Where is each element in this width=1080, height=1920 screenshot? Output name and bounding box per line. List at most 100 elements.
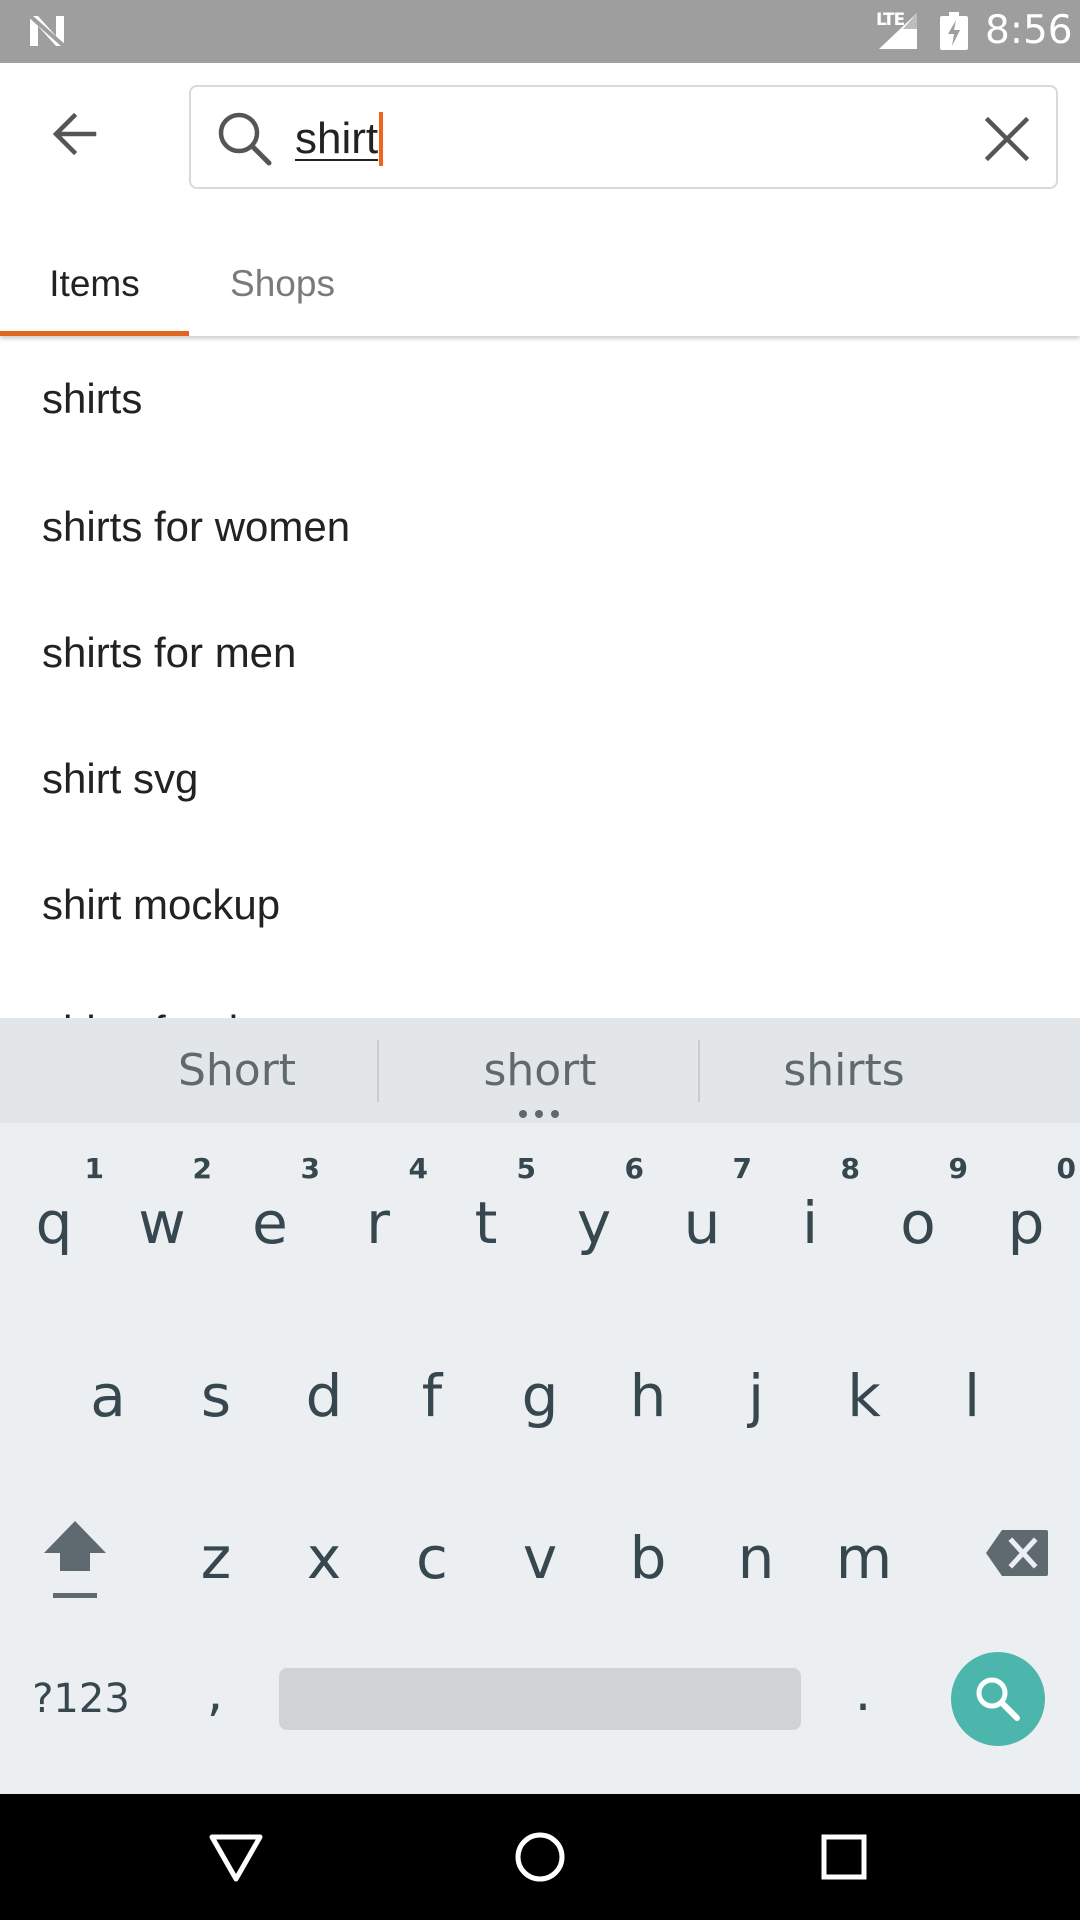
key-number-hint: 2 [192, 1152, 212, 1185]
delete-key[interactable] [962, 1503, 1072, 1603]
key-label: s [200, 1361, 232, 1430]
key-number-hint: 3 [300, 1152, 320, 1185]
backspace-icon [986, 1530, 1048, 1576]
key-label: r [366, 1189, 390, 1257]
selected-tab-indicator [0, 331, 189, 336]
keyboard-search-key[interactable] [951, 1652, 1045, 1746]
key-l[interactable]: l [918, 1313, 1026, 1478]
search-input[interactable]: shirt [295, 111, 384, 167]
key-i[interactable]: i8 [756, 1138, 864, 1308]
key-t[interactable]: t5 [432, 1138, 540, 1308]
battery-charging-icon [940, 12, 968, 50]
key-number-hint: 9 [948, 1152, 968, 1185]
key-u[interactable]: u7 [648, 1138, 756, 1308]
system-navigation-bar [0, 1794, 1080, 1920]
nav-recents-button[interactable] [806, 1819, 882, 1895]
key-number-hint: 1 [84, 1152, 104, 1185]
key-f[interactable]: f [378, 1313, 486, 1478]
triangle-back-icon [209, 1834, 263, 1882]
key-label: v [522, 1524, 558, 1592]
status-bar: LTE 8:56 [0, 0, 1080, 63]
key-number-hint: 8 [840, 1152, 860, 1185]
key-s[interactable]: s [162, 1313, 270, 1478]
shift-key[interactable] [30, 1483, 120, 1633]
suggestion-item[interactable]: shirts for men [0, 590, 1080, 716]
key-d[interactable]: d [270, 1313, 378, 1478]
key-number-hint: 6 [624, 1152, 644, 1185]
nav-home-button[interactable] [502, 1819, 578, 1895]
text-cursor [379, 112, 384, 166]
clear-search-button[interactable] [977, 109, 1037, 169]
key-n[interactable]: n [702, 1483, 810, 1633]
key-label: o [900, 1189, 936, 1257]
key-e[interactable]: e3 [216, 1138, 324, 1308]
key-label: l [963, 1361, 981, 1430]
more-suggestions-icon[interactable] [519, 1110, 559, 1118]
search-icon [976, 1677, 1020, 1721]
suggestion-item[interactable]: shirt mockup [0, 842, 1080, 968]
key-y[interactable]: y6 [540, 1138, 648, 1308]
circle-home-icon [515, 1832, 565, 1882]
arrow-back-icon [52, 112, 97, 156]
period-key[interactable]: . [826, 1648, 900, 1738]
key-r[interactable]: r4 [324, 1138, 432, 1308]
tab-shops[interactable]: Shops [189, 232, 376, 336]
key-c[interactable]: c [378, 1483, 486, 1633]
key-q[interactable]: q1 [0, 1138, 108, 1308]
key-p[interactable]: p0 [972, 1138, 1080, 1308]
nav-back-button[interactable] [198, 1819, 274, 1895]
key-label: c [416, 1524, 448, 1592]
back-button[interactable] [36, 96, 112, 172]
key-h[interactable]: h [594, 1313, 702, 1478]
key-label: d [305, 1361, 343, 1430]
key-w[interactable]: w2 [108, 1138, 216, 1308]
symbols-key[interactable]: ?123 [0, 1658, 162, 1740]
suggestion-item[interactable]: shirt svg [0, 716, 1080, 842]
shift-icon [44, 1521, 106, 1598]
key-number-hint: 4 [408, 1152, 428, 1185]
word-suggestion[interactable]: Short [82, 1018, 392, 1123]
clock: 8:56 [985, 8, 1073, 53]
key-z[interactable]: z [162, 1483, 270, 1633]
suggestion-item[interactable]: shirts for dogs [0, 968, 1080, 1018]
key-label: f [421, 1361, 443, 1430]
key-label: a [90, 1361, 126, 1430]
comma-key[interactable]: , [178, 1648, 252, 1738]
word-suggestion[interactable]: short [385, 1018, 695, 1123]
word-suggestion[interactable]: shirts [689, 1018, 999, 1123]
key-j[interactable]: j [702, 1313, 810, 1478]
key-k[interactable]: k [810, 1313, 918, 1478]
suggestion-item[interactable]: shirts [0, 336, 1080, 464]
key-label: b [629, 1524, 667, 1592]
search-scope-tabs: Items Shops [0, 232, 1080, 336]
key-label: k [847, 1361, 881, 1430]
search-field[interactable]: shirt [189, 85, 1058, 189]
key-label: m [835, 1524, 893, 1592]
key-label: g [521, 1361, 559, 1430]
soft-keyboard: Short short shirts ?123 , . q1w2e3r4t5y6… [0, 1018, 1080, 1794]
keyboard-suggestion-strip: Short short shirts [0, 1018, 1080, 1123]
tab-items[interactable]: Items [0, 232, 189, 336]
key-label: u [683, 1189, 721, 1257]
search-suggestions-list: shirts shirts for women shirts for men s… [0, 336, 1080, 1018]
key-label: y [576, 1189, 612, 1257]
key-x[interactable]: x [270, 1483, 378, 1633]
key-label: p [1007, 1189, 1045, 1257]
key-g[interactable]: g [486, 1313, 594, 1478]
square-recents-icon [821, 1834, 867, 1880]
space-key[interactable] [279, 1668, 801, 1730]
key-label: q [35, 1189, 73, 1257]
suggestion-divider [377, 1040, 379, 1102]
key-label: x [306, 1524, 342, 1592]
key-v[interactable]: v [486, 1483, 594, 1633]
key-m[interactable]: m [810, 1483, 918, 1633]
key-label: z [200, 1524, 232, 1592]
search-query-text: shirt [295, 114, 379, 163]
key-number-hint: 0 [1056, 1152, 1076, 1185]
key-b[interactable]: b [594, 1483, 702, 1633]
key-o[interactable]: o9 [864, 1138, 972, 1308]
key-label: n [737, 1524, 775, 1592]
key-a[interactable]: a [54, 1313, 162, 1478]
suggestion-item[interactable]: shirts for women [0, 464, 1080, 590]
close-icon [984, 116, 1030, 162]
